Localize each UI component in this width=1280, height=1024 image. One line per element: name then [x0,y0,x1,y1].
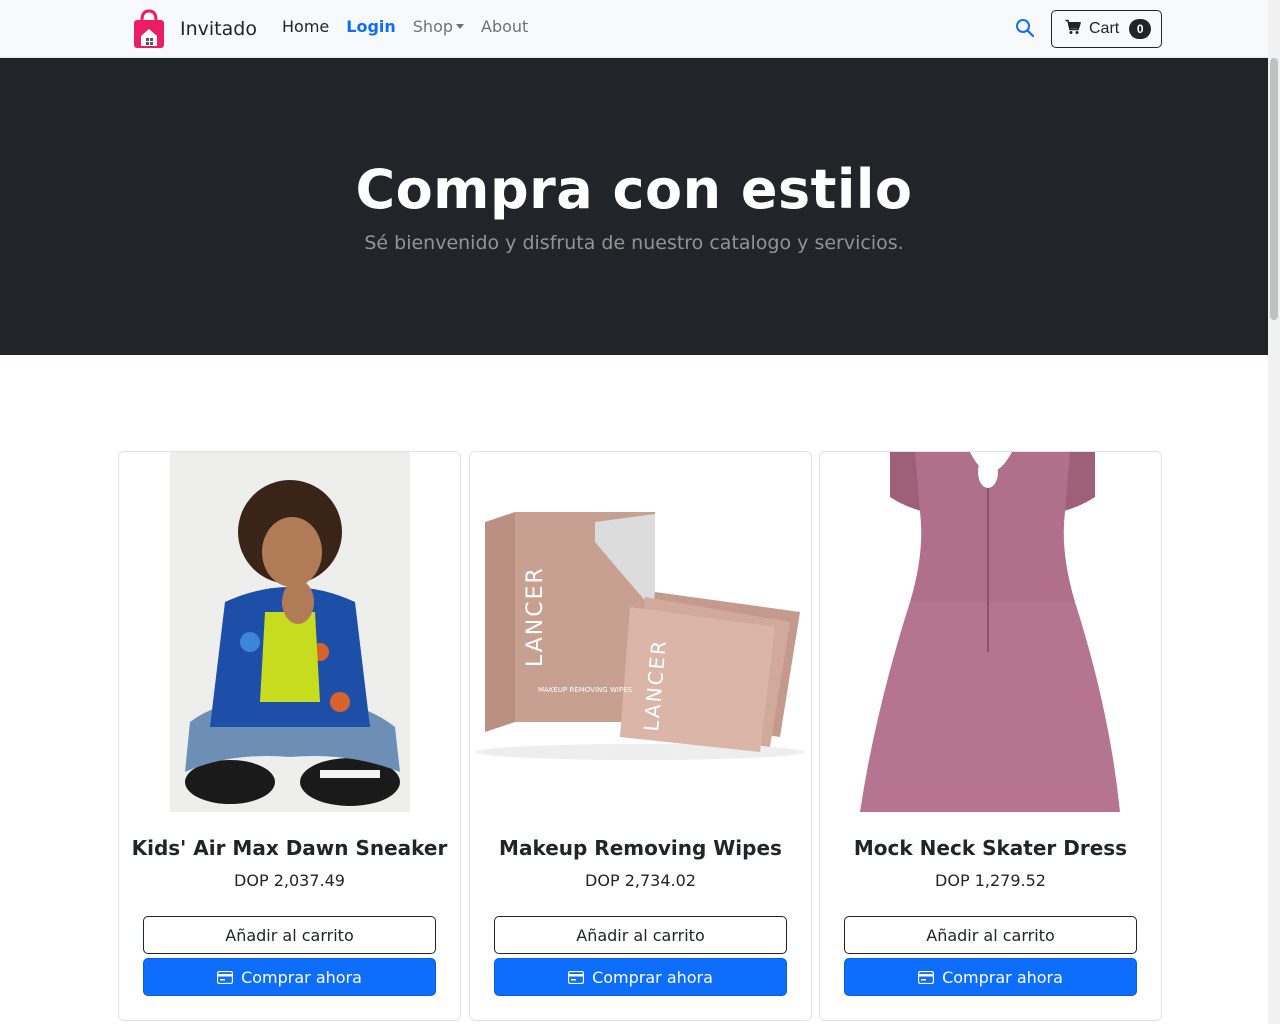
credit-card-icon [918,970,935,984]
scrollbar-thumb[interactable] [1270,58,1278,320]
navbar: Invitado Home Login Shop About Cart 0 [0,0,1268,58]
buy-now-button[interactable]: Comprar ahora [143,958,436,996]
add-to-cart-button[interactable]: Añadir al carrito [844,916,1137,954]
buy-now-button[interactable]: Comprar ahora [844,958,1137,996]
buy-now-label: Comprar ahora [592,967,713,987]
shopping-bag-logo-icon [133,8,165,50]
cart-count-badge: 0 [1129,19,1152,39]
hero-subtitle: Sé bienvenido y disfruta de nuestro cata… [364,232,904,254]
brand[interactable]: Invitado [133,8,257,50]
nav-links: Home Login Shop About [282,17,545,36]
product-price: DOP 2,037.49 [234,871,345,890]
brand-name: Invitado [180,18,257,40]
product-price: DOP 2,734.02 [585,871,696,890]
product-image-skater-dress[interactable] [820,452,1161,812]
buy-now-button[interactable]: Comprar ahora [494,958,787,996]
product-name[interactable]: Makeup Removing Wipes [470,836,811,860]
add-to-cart-button[interactable]: Añadir al carrito [143,916,436,954]
buy-now-label: Comprar ahora [241,967,362,987]
credit-card-icon [217,970,234,984]
product-image-kids-sneaker[interactable] [119,452,460,812]
hero-title: Compra con estilo [355,158,913,221]
product-price: DOP 1,279.52 [935,871,1046,890]
nav-login-link[interactable]: Login [346,17,396,36]
product-image-makeup-wipes[interactable]: LANCER MAKEUP REMOVING WIPES LANCER [470,452,811,812]
page-scrollbar[interactable] [1268,0,1280,1024]
product-name[interactable]: Kids' Air Max Dawn Sneaker [119,836,460,860]
nav-about-link[interactable]: About [481,17,528,36]
caret-down-icon [456,24,465,29]
buy-now-label: Comprar ahora [942,967,1063,987]
cart-button[interactable]: Cart 0 [1051,10,1162,48]
nav-shop-dropdown[interactable]: Shop [412,17,465,36]
package-description-text: MAKEUP REMOVING WIPES [538,686,632,694]
product-card: Kids' Air Max Dawn Sneaker DOP 2,037.49 … [118,451,461,1021]
nav-home-link[interactable]: Home [282,17,329,36]
search-icon[interactable] [1015,18,1037,40]
add-to-cart-button[interactable]: Añadir al carrito [494,916,787,954]
product-card: LANCER MAKEUP REMOVING WIPES LANCER Make… [469,451,812,1021]
hero-banner: Compra con estilo Sé bienvenido y disfru… [0,58,1268,355]
product-card: Mock Neck Skater Dress DOP 1,279.52 Añad… [819,451,1162,1021]
package-brand-text: LANCER [523,566,548,667]
cart-label: Cart [1089,20,1120,37]
product-name[interactable]: Mock Neck Skater Dress [820,836,1161,860]
nav-shop-label: Shop [412,17,454,36]
credit-card-icon [568,970,585,984]
cart-icon [1065,19,1082,40]
